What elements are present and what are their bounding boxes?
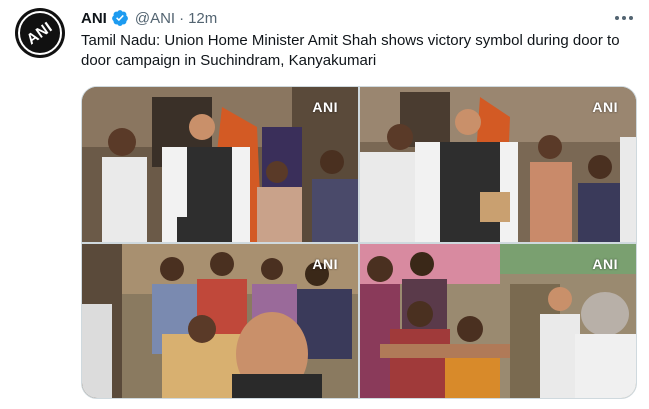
tweet[interactable]: ANI ANI @ANI · 12m Tamil Nadu: Union Hom… — [0, 0, 649, 409]
watermark-ani: ANI — [592, 256, 618, 272]
separator-dot: · — [179, 9, 185, 27]
photo-2[interactable]: ANI — [360, 87, 636, 242]
watermark-ani: ANI — [592, 99, 618, 115]
photo-1[interactable]: ANI — [82, 87, 358, 242]
avatar[interactable]: ANI — [15, 8, 65, 58]
tweet-header: ANI @ANI · 12m — [81, 8, 217, 28]
more-dot — [622, 16, 626, 20]
verified-badge-icon — [111, 10, 128, 26]
more-dot — [629, 16, 633, 20]
author-name[interactable]: ANI — [81, 10, 107, 27]
photo-4[interactable]: ANI — [360, 244, 636, 398]
watermark-ani: ANI — [312, 256, 338, 272]
media-grid: ANI ANI ANI ANI — [81, 86, 637, 399]
more-dot — [615, 16, 619, 20]
watermark-ani: ANI — [312, 99, 338, 115]
photo-3[interactable]: ANI — [82, 244, 358, 398]
timestamp[interactable]: 12m — [188, 10, 217, 27]
author-handle[interactable]: @ANI — [135, 10, 175, 27]
more-options-icon[interactable] — [613, 10, 635, 26]
tweet-text: Tamil Nadu: Union Home Minister Amit Sha… — [81, 32, 620, 69]
